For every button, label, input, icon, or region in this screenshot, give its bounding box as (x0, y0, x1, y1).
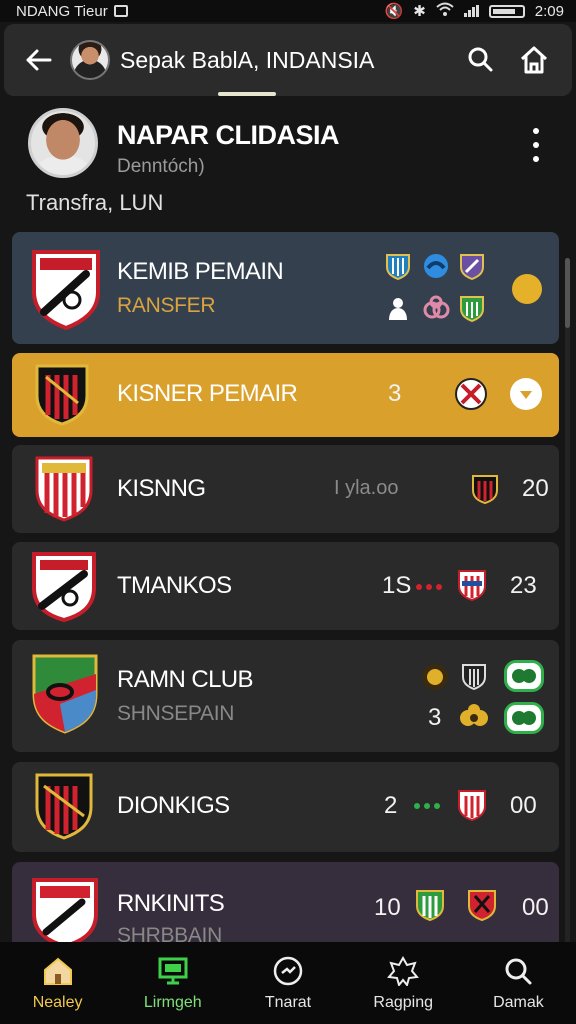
club-logo-icon (460, 704, 488, 726)
header-title: Sepak BablA, INDANSIA (120, 46, 375, 73)
scrollbar-track[interactable] (565, 258, 570, 948)
row-title: KISNNG (117, 475, 206, 502)
club-logo-icon (424, 254, 448, 278)
club-logo-icon (416, 890, 444, 922)
list-item[interactable]: KISNNG I yla.oo 20 (12, 445, 559, 533)
clock-icon (273, 956, 303, 986)
clock-time: 2:09 (534, 2, 564, 20)
nav-item-monitor[interactable]: Lirmgeh (115, 942, 230, 1024)
more-options-button[interactable] (524, 128, 548, 162)
profile-name: NAPAR CLIDASIA (117, 120, 340, 150)
list-item[interactable]: DIONKIGS 2 00 (12, 762, 559, 852)
battery-icon (488, 4, 525, 18)
search-icon (505, 958, 532, 985)
nav-item-home[interactable]: Nealey (0, 942, 115, 1024)
club-crest-icon (32, 654, 98, 734)
carrier-label: NDANG Tieur (16, 2, 108, 20)
dropdown-icon[interactable] (510, 378, 542, 410)
list-item[interactable]: KISNER PEMAIR 3 (12, 353, 559, 437)
profile-transfer-label: Transfra, LUN (26, 190, 164, 215)
row-title: KEMIB PEMAIN (117, 258, 284, 285)
row-title: KISNER PEMAIR (117, 380, 298, 407)
bluetooth-icon: ✱ (413, 3, 426, 20)
club-crest-icon (32, 552, 96, 623)
status-dot-icon (512, 274, 542, 304)
club-logo-icon (423, 295, 450, 319)
back-button[interactable] (20, 42, 56, 78)
club-logo-icon (468, 890, 496, 922)
row-title: DIONKIGS (117, 792, 230, 819)
row-subtitle: RANSFER (117, 294, 216, 317)
list-item[interactable]: RNKINITS SHRBBAIN 10 00 (12, 862, 559, 948)
row-value-left: 10 (374, 894, 401, 921)
club-crest-icon (32, 250, 100, 330)
gallery-icon (113, 5, 128, 17)
nav-item-ranking[interactable]: Ragping (346, 942, 461, 1024)
club-crest-icon (35, 364, 89, 426)
nav-label: Ragping (373, 994, 434, 1011)
row-value: 20 (522, 475, 549, 502)
arrow-left-icon (26, 49, 52, 71)
club-logo-icon (504, 660, 544, 692)
monitor-icon (158, 957, 188, 985)
form-dots (416, 584, 442, 590)
home-button[interactable] (512, 38, 556, 82)
row-value: 00 (522, 894, 549, 921)
row-meta: I yla.oo (334, 477, 399, 499)
club-logo-icon (386, 254, 410, 280)
club-logo-icon (422, 664, 448, 690)
nav-item-clock[interactable]: Tnarat (230, 942, 345, 1024)
badge-icon (387, 956, 420, 986)
list-item[interactable]: TMANKOS 1S 23 (12, 542, 559, 630)
row-value: 00 (510, 792, 537, 819)
row-title: RNKINITS (117, 890, 225, 917)
wifi-icon (436, 2, 454, 20)
row-value-left: 1S (382, 572, 412, 599)
home-icon (520, 46, 548, 74)
nav-label: Nealey (32, 994, 83, 1011)
bottom-nav: Nealey Lirmgeh Tnarat Ragping Damak (0, 942, 576, 1024)
row-value: 23 (510, 572, 537, 599)
club-logo-icon (460, 254, 484, 280)
header-avatar[interactable] (70, 40, 110, 80)
club-logo-icon (458, 570, 486, 602)
row-value: 3 (388, 380, 402, 407)
club-logo-icon (389, 298, 407, 320)
profile-avatar[interactable] (28, 108, 98, 178)
club-logo-icon (455, 378, 487, 410)
nav-label: Tnarat (264, 994, 312, 1011)
club-logo-icon (458, 790, 486, 822)
list-item[interactable]: KEMIB PEMAIN RANSFER (12, 232, 559, 344)
nav-label: Lirmgeh (143, 994, 202, 1011)
profile-subtitle: Denntóch) (117, 156, 205, 177)
club-crest-icon (32, 878, 98, 948)
tab-indicator (218, 92, 276, 96)
row-subtitle: SHNSEPAIN (117, 702, 235, 725)
club-crest-icon (35, 456, 93, 522)
form-dots (414, 803, 440, 809)
club-logo-icon (472, 475, 498, 505)
scrollbar-thumb[interactable] (565, 258, 570, 328)
club-crest-icon (35, 773, 93, 840)
row-value-left: 3 (428, 704, 442, 731)
signal-icon (463, 5, 479, 17)
status-bar: NDANG Tieur 🔇 ✱ 2:09 (0, 0, 576, 22)
app-header: Sepak BablA, INDANSIA (4, 24, 572, 96)
club-logo-icon (460, 296, 484, 322)
mute-icon: 🔇 (384, 3, 404, 20)
search-icon (468, 47, 493, 72)
row-title: RAMN CLUB (117, 666, 254, 693)
search-button[interactable] (458, 38, 502, 82)
home-icon (43, 957, 72, 985)
nav-label: Damak (493, 994, 544, 1011)
list-item[interactable]: RAMN CLUB SHNSEPAIN 3 (12, 640, 559, 752)
row-value-left: 2 (384, 792, 398, 819)
club-logo-icon (462, 664, 486, 690)
nav-item-search[interactable]: Damak (461, 942, 576, 1024)
club-logo-icon (504, 702, 544, 734)
row-title: TMANKOS (117, 572, 232, 599)
